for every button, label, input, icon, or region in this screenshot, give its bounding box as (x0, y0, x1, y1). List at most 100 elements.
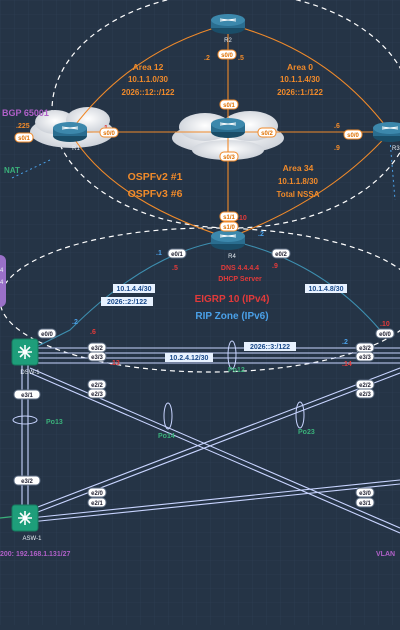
svg-text:10.2.4.12/30: 10.2.4.12/30 (170, 355, 209, 362)
interface-pill: e3/2 (355, 342, 375, 353)
area12-ipv6: 2026::12::/122 (122, 88, 175, 97)
switch-dsw1-label: DSW-1 (20, 370, 40, 376)
router-r4-label: R4 (228, 254, 236, 260)
svg-text:s0/2: s0/2 (261, 131, 273, 137)
interface-pill: e2/3 (355, 388, 375, 399)
interface-pill: s0/1 (219, 99, 239, 110)
topology-canvas: R2 R1 R3 R4 DSW-1 ASW-1 4 4 BGP 65001 .2… (0, 0, 400, 625)
interface-pill: e2/2 (87, 379, 107, 390)
interface-pill: e2/1 (87, 497, 107, 508)
ospfv3-label: OSPFv3 #6 (128, 188, 183, 200)
interface-pill: e3/3 (87, 351, 107, 362)
interface-pill: e2/3 (87, 388, 107, 399)
interface-pill: s0/1 (14, 132, 34, 143)
area0-ipv6: 2026::1:/122 (277, 88, 323, 97)
subnet-po12-ipv6: 2026::3:/122 (244, 342, 296, 351)
host-dot-label: .9 (334, 145, 340, 152)
host-dot-label: .2 (342, 339, 348, 346)
svg-text:s0/0: s0/0 (347, 133, 359, 139)
interface-pill: e0/0 (375, 328, 395, 339)
eigrp-label: EIGRP 10 (IPv4) (195, 294, 270, 305)
svg-text:s1/1: s1/1 (223, 215, 235, 221)
dns-label: DNS 4.4.4.4 (221, 265, 259, 272)
multilayer-switch-icon[interactable] (11, 338, 39, 366)
multilayer-switch-icon[interactable] (11, 504, 39, 532)
host-dot-label: .5 (172, 265, 178, 272)
router-icon[interactable] (53, 122, 87, 142)
r1-host-label: .225 (16, 123, 30, 130)
host-dot-label: .13 (110, 360, 120, 367)
interface-pill: s0/2 (257, 127, 277, 138)
po14-label: Po14 (158, 433, 175, 440)
po12-label: Po12 (228, 367, 245, 374)
interface-pill: e0/2 (271, 248, 291, 259)
svg-text:e3/0: e3/0 (359, 491, 371, 497)
interface-pill: s0/0 (99, 127, 119, 138)
host-dot-label: .2 (258, 231, 264, 238)
interface-pill: e3/1 (13, 389, 41, 400)
svg-text:e3/1: e3/1 (359, 501, 371, 507)
host-dot-label: .2 (204, 55, 210, 62)
area34-type: Total NSSA (277, 190, 320, 199)
svg-text:10.1.4.8/30: 10.1.4.8/30 (308, 286, 343, 293)
interface-pill: e3/0 (355, 487, 375, 498)
svg-text:s0/0: s0/0 (221, 53, 233, 59)
vlan-left-label: 200: 192.168.1.131/27 (0, 551, 71, 558)
host-dot-label: .2 (72, 319, 78, 326)
svg-text:s0/3: s0/3 (223, 155, 235, 161)
interface-pill: e0/1 (167, 248, 187, 259)
router-icon[interactable] (211, 118, 245, 138)
svg-text:s1/0: s1/0 (223, 225, 235, 231)
svg-text:2026::3:/122: 2026::3:/122 (250, 344, 290, 351)
bgp-label: BGP 65001 (2, 108, 49, 118)
host-dot-label: .14 (342, 361, 352, 368)
router-icon[interactable] (211, 14, 245, 34)
host-dot-label: .9 (272, 263, 278, 270)
interface-pill: e3/3 (355, 351, 375, 362)
svg-text:e3/2: e3/2 (21, 479, 33, 485)
area0-title: Area 0 (287, 62, 313, 72)
svg-text:e0/0: e0/0 (379, 332, 391, 338)
svg-text:e3/3: e3/3 (359, 355, 371, 361)
svg-text:e3/2: e3/2 (91, 346, 103, 352)
area12-title: Area 12 (133, 62, 164, 72)
svg-text:e2/0: e2/0 (91, 491, 103, 497)
host-dot-label: .1 (156, 250, 162, 257)
svg-text:s0/0: s0/0 (103, 131, 115, 137)
interface-pill: s1/1 (219, 211, 239, 222)
svg-text:2026::2:/122: 2026::2:/122 (107, 299, 147, 306)
router-r3-label: R3 (392, 146, 400, 152)
host-dot-label: .6 (90, 329, 96, 336)
svg-text:e2/3: e2/3 (359, 392, 371, 398)
router-r1-label: R1 (72, 146, 80, 152)
interface-pill: s1/0 (219, 221, 239, 232)
router-icon[interactable] (211, 230, 245, 250)
svg-text:e0/1: e0/1 (171, 252, 183, 258)
subnet-r4-dsw-ipv6: 2026::2:/122 (101, 297, 153, 306)
svg-text:e0/0: e0/0 (41, 332, 53, 338)
svg-text:10.1.4.4/30: 10.1.4.4/30 (116, 286, 151, 293)
svg-text:e3/2: e3/2 (359, 346, 371, 352)
interface-pill: e0/0 (37, 328, 57, 339)
svg-text:s0/1: s0/1 (223, 103, 235, 109)
po23-label: Po23 (298, 429, 315, 436)
host-dot-label: .6 (334, 123, 340, 130)
network-topology-diagram: R2 R1 R3 R4 DSW-1 ASW-1 4 4 BGP 65001 .2… (0, 0, 400, 625)
switch-asw1-label: ASW-1 (23, 536, 43, 542)
interface-pill: e2/2 (355, 379, 375, 390)
subnet-po12-ipv4: 10.2.4.12/30 (165, 353, 213, 362)
interface-pill: s0/0 (217, 49, 237, 60)
area0-ipv4: 10.1.1.4/30 (280, 75, 321, 84)
svg-text:e2/3: e2/3 (91, 392, 103, 398)
interface-pill: s0/3 (219, 151, 239, 162)
interface-pill: e2/0 (87, 487, 107, 498)
po13-label: Po13 (46, 419, 63, 426)
rip-label: RIP Zone (IPv6) (195, 311, 268, 322)
host-dot-label: .10 (380, 321, 390, 328)
router-r2-label: R2 (224, 38, 232, 44)
interface-pill: s0/0 (343, 129, 363, 140)
interface-pill: e3/2 (13, 475, 41, 486)
svg-text:e2/2: e2/2 (359, 383, 371, 389)
router-icon[interactable] (373, 122, 400, 142)
svg-text:s0/1: s0/1 (18, 136, 30, 142)
